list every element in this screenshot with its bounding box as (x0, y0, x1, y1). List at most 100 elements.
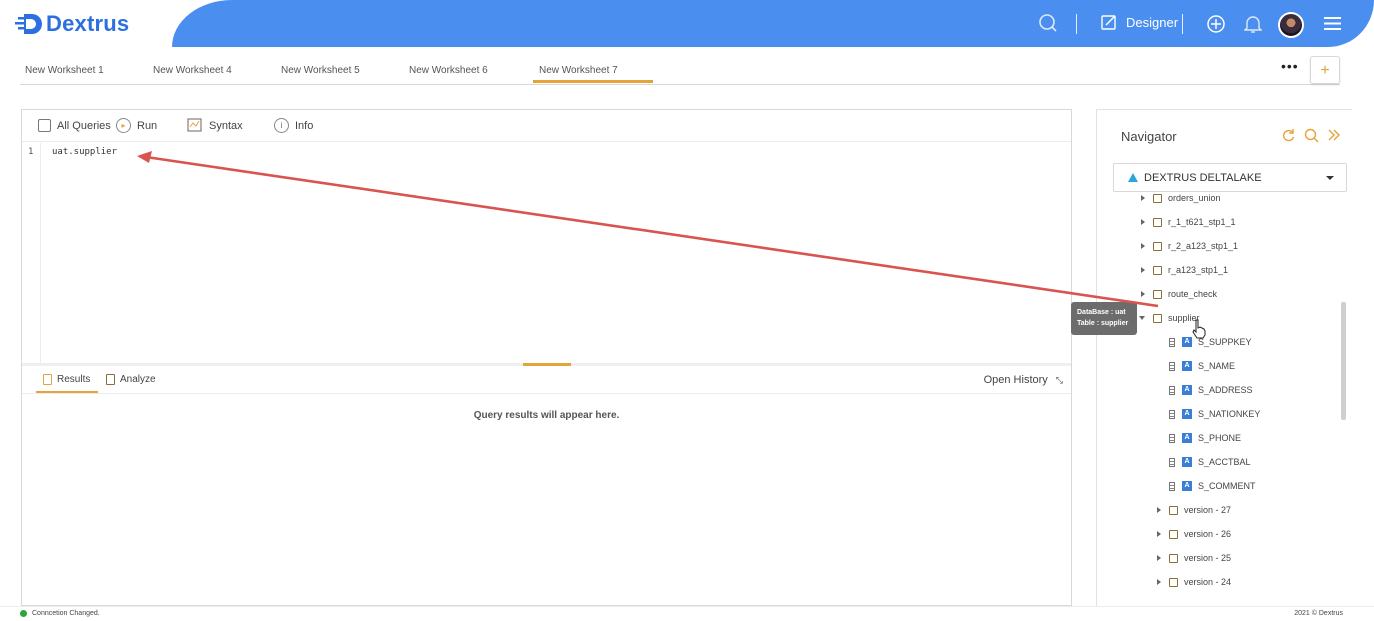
tree-item-label: r_a123_stp1_1 (1168, 265, 1229, 275)
table-icon (1153, 193, 1162, 203)
expand-arrow-icon[interactable] (1157, 579, 1161, 585)
tree-version-item[interactable]: version - 27 (1157, 502, 1231, 518)
tab-worksheet-7[interactable]: New Worksheet 7 (539, 65, 618, 76)
expand-arrow-icon[interactable] (1141, 195, 1145, 201)
top-header: Dextrus Designer (0, 0, 1374, 50)
syntax-label: Syntax (209, 119, 243, 132)
tree-version-item[interactable]: version - 26 (1157, 526, 1231, 542)
table-icon (1153, 217, 1162, 227)
clipboard-icon (43, 374, 52, 385)
syntax-button[interactable]: Syntax (187, 118, 243, 133)
tree-column-item[interactable]: A S_ADDRESS (1169, 382, 1253, 398)
tree-item-label: S_COMMENT (1198, 481, 1256, 491)
tree-column-item[interactable]: A S_PHONE (1169, 430, 1241, 446)
tree-table-item[interactable]: route_check (1141, 286, 1217, 302)
tab-worksheet-5[interactable]: New Worksheet 5 (281, 65, 360, 76)
tree-column-item[interactable]: A S_NAME (1169, 358, 1235, 374)
user-avatar[interactable] (1278, 12, 1304, 38)
tab-worksheet-6[interactable]: New Worksheet 6 (409, 65, 488, 76)
run-icon: ▸ (116, 118, 131, 133)
tree-item-label: S_NAME (1198, 361, 1236, 371)
expand-arrow-icon[interactable] (1157, 507, 1161, 513)
designer-mode-button[interactable]: Designer (1101, 14, 1178, 31)
navigator-tree: orders_union r_1_t621_stp1_1 r_2_a123_st… (1097, 193, 1353, 605)
syntax-icon (187, 118, 202, 132)
app-logo[interactable]: Dextrus (14, 11, 129, 37)
tree-table-item[interactable]: orders_union (1141, 193, 1221, 206)
code-line[interactable]: uat.supplier (52, 147, 117, 157)
refresh-icon[interactable] (1281, 128, 1296, 143)
tab-analyze[interactable]: Analyze (106, 374, 156, 385)
add-circle-icon[interactable] (1206, 14, 1226, 34)
table-tooltip: DataBase : uat Table : supplier (1071, 302, 1137, 335)
line-gutter (22, 143, 41, 363)
column-icon (1169, 433, 1175, 443)
editor-toolbar: All Queries ▸ Run Syntax i Info (22, 110, 1071, 142)
tree-item-label: version - 26 (1184, 529, 1232, 539)
all-queries-label: All Queries (57, 119, 111, 132)
tooltip-table: Table : supplier (1077, 320, 1129, 327)
tree-item-label: route_check (1168, 289, 1218, 299)
menu-icon[interactable] (1324, 16, 1342, 31)
header-divider (1182, 14, 1183, 34)
expand-arrow-icon[interactable] (1157, 555, 1161, 561)
navigator-actions (1281, 128, 1341, 143)
search-icon[interactable] (1038, 13, 1058, 33)
version-icon (1169, 529, 1178, 539)
column-icon (1169, 385, 1175, 395)
tree-item-label: S_PHONE (1198, 433, 1242, 443)
search-icon[interactable] (1304, 128, 1319, 143)
expand-icon[interactable]: ⤡ (1056, 375, 1063, 386)
run-button[interactable]: ▸ Run (116, 118, 157, 133)
expand-arrow-icon[interactable] (1141, 267, 1145, 273)
tooltip-database: DataBase : uat (1077, 309, 1126, 316)
string-type-icon: A (1182, 457, 1192, 467)
expand-arrow-icon[interactable] (1141, 291, 1145, 297)
tree-item-label: r_1_t621_stp1_1 (1168, 217, 1236, 227)
expand-arrow-icon[interactable] (1141, 243, 1145, 249)
tree-column-item[interactable]: A S_NATIONKEY (1169, 406, 1260, 422)
open-history-button[interactable]: Open History ⤡ (984, 374, 1063, 386)
column-icon (1169, 361, 1175, 371)
tab-results[interactable]: Results (43, 374, 90, 385)
navigator-scrollbar[interactable] (1341, 302, 1346, 420)
database-select[interactable]: DEXTRUS DELTALAKE (1113, 163, 1347, 192)
tab-worksheet-4[interactable]: New Worksheet 4 (153, 65, 232, 76)
version-icon (1169, 553, 1178, 563)
tree-item-label: version - 24 (1184, 577, 1232, 587)
checkbox-box[interactable] (38, 119, 51, 132)
open-history-label: Open History (983, 374, 1048, 386)
navigator-title: Navigator (1121, 129, 1177, 144)
tree-table-item[interactable]: r_1_t621_stp1_1 (1141, 214, 1236, 230)
expand-arrow-icon[interactable] (1141, 219, 1145, 225)
expand-arrow-icon[interactable] (1157, 531, 1161, 537)
tree-version-item[interactable]: version - 25 (1157, 550, 1231, 566)
bell-icon[interactable] (1244, 14, 1262, 34)
tab-worksheet-1[interactable]: New Worksheet 1 (25, 65, 104, 76)
tree-column-item[interactable]: A S_ACCTBAL (1169, 454, 1251, 470)
status-text: Conncetion Changed. (32, 610, 100, 617)
line-number: 1 (28, 147, 34, 157)
tree-table-item[interactable]: r_a123_stp1_1 (1141, 262, 1228, 278)
version-icon (1169, 505, 1178, 515)
collapse-arrow-icon[interactable] (1139, 316, 1145, 320)
analyze-tab-label: Analyze (120, 374, 156, 385)
string-type-icon: A (1182, 361, 1192, 371)
query-editor-panel: All Queries ▸ Run Syntax i Info 1 uat.su… (21, 109, 1072, 606)
chevron-down-icon (1326, 176, 1334, 180)
column-icon (1169, 481, 1175, 491)
check-circle-icon (20, 610, 27, 617)
tree-item-label: version - 25 (1184, 553, 1232, 563)
tree-table-item[interactable]: r_2_a123_stp1_1 (1141, 238, 1238, 254)
info-button[interactable]: i Info (274, 118, 313, 133)
more-options-icon[interactable]: ••• (1281, 58, 1299, 74)
copyright-text: 2021 © Dextrus (1294, 610, 1343, 617)
collapse-panel-icon[interactable] (1327, 128, 1341, 142)
tree-column-item[interactable]: A S_COMMENT (1169, 478, 1256, 494)
all-queries-checkbox[interactable]: All Queries (38, 119, 111, 132)
tree-item-label: orders_union (1168, 193, 1221, 203)
tree-version-item[interactable]: version - 24 (1157, 574, 1231, 590)
add-worksheet-button[interactable]: + (1310, 56, 1340, 84)
string-type-icon: A (1182, 433, 1192, 443)
tree-column-item[interactable]: A S_SUPPKEY (1169, 334, 1252, 350)
